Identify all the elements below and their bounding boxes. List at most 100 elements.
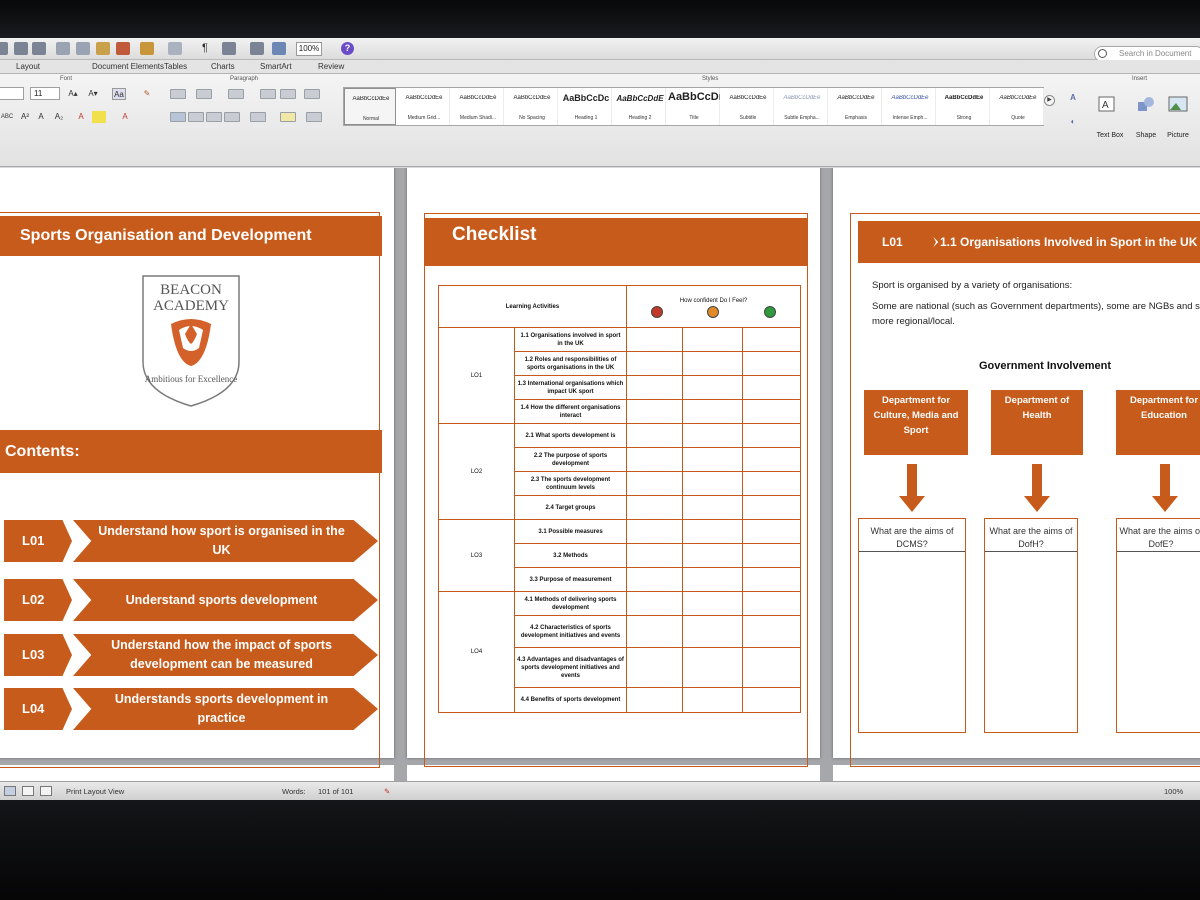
style-medium-shading[interactable]: AaBbCcDdEe Medium Shadi...	[452, 88, 504, 125]
copy-icon[interactable]	[76, 42, 90, 55]
rating-cell[interactable]	[626, 375, 683, 400]
tab-document-elements[interactable]: Document Elements	[92, 62, 164, 71]
align-right-icon[interactable]	[206, 112, 222, 122]
rating-cell[interactable]	[682, 519, 743, 544]
rating-cell[interactable]	[742, 495, 801, 520]
new-document-icon[interactable]	[0, 42, 8, 55]
rating-cell[interactable]	[742, 591, 801, 616]
outline-view-icon[interactable]	[22, 786, 34, 796]
rating-cell[interactable]	[742, 471, 801, 496]
subscript2-icon[interactable]: A₂	[52, 111, 66, 123]
undo-icon[interactable]	[140, 42, 154, 55]
columns-icon[interactable]	[304, 89, 320, 99]
rating-cell[interactable]	[682, 327, 743, 352]
rating-cell[interactable]	[682, 543, 743, 568]
print-layout-view-icon[interactable]	[4, 786, 16, 796]
rating-cell[interactable]	[682, 615, 743, 648]
style-intense-emphasis[interactable]: AaBbCcDdEe Intense Emph...	[884, 88, 936, 125]
rating-cell[interactable]	[682, 375, 743, 400]
tab-tables[interactable]: Tables	[164, 62, 187, 71]
rating-cell[interactable]	[626, 423, 683, 448]
dofh-aims-box[interactable]: What are the aims of DofH?	[984, 518, 1078, 733]
style-no-spacing[interactable]: AaBbCcDdEe No Spacing	[506, 88, 558, 125]
change-case-icon[interactable]: Aa	[112, 88, 126, 100]
font-size-field[interactable]: 11	[30, 87, 60, 100]
paste-icon[interactable]	[96, 42, 110, 55]
help-icon[interactable]: ?	[341, 42, 354, 55]
rating-cell[interactable]	[626, 615, 683, 648]
rating-cell[interactable]	[682, 471, 743, 496]
dofe-aims-box[interactable]: What are the aims of DofE?	[1116, 518, 1200, 733]
status-zoom[interactable]: 100%	[1164, 787, 1183, 796]
rating-cell[interactable]	[742, 647, 801, 688]
document-workspace[interactable]: Sports Organisation and Development BEAC…	[0, 168, 1200, 781]
rating-cell[interactable]	[682, 351, 743, 376]
rating-cell[interactable]	[626, 647, 683, 688]
style-medium-grid[interactable]: AaBbCcDdEe Medium Grid...	[398, 88, 450, 125]
tab-layout[interactable]: Layout	[16, 62, 40, 71]
style-normal[interactable]: AaBbCcDdEe Normal	[344, 88, 396, 125]
rating-cell[interactable]	[742, 687, 801, 713]
grow-font-icon[interactable]: A▴	[66, 88, 80, 100]
rating-cell[interactable]	[742, 519, 801, 544]
highlight-icon[interactable]	[92, 111, 106, 123]
align-left-icon[interactable]	[170, 112, 186, 122]
tab-review[interactable]: Review	[318, 62, 344, 71]
rating-cell[interactable]	[626, 327, 683, 352]
rating-cell[interactable]	[626, 519, 683, 544]
align-center-icon[interactable]	[188, 112, 204, 122]
rating-cell[interactable]	[626, 543, 683, 568]
focus-view-icon[interactable]	[40, 786, 52, 796]
rating-cell[interactable]	[626, 567, 683, 592]
rating-cell[interactable]	[682, 687, 743, 713]
font-color-icon[interactable]: A	[118, 111, 132, 123]
dcms-aims-box[interactable]: What are the aims of DCMS?	[858, 518, 966, 733]
rating-cell[interactable]	[742, 543, 801, 568]
insert-picture-label[interactable]: Picture	[1161, 132, 1195, 139]
format-painter-icon[interactable]	[116, 42, 130, 55]
redo-icon[interactable]	[168, 42, 182, 55]
style-emphasis[interactable]: AaBbCcDdEe Emphasis	[830, 88, 882, 125]
rating-cell[interactable]	[682, 423, 743, 448]
rating-cell[interactable]	[742, 351, 801, 376]
increase-indent-icon[interactable]	[280, 89, 296, 99]
rating-cell[interactable]	[742, 567, 801, 592]
save-icon[interactable]	[14, 42, 28, 55]
styles-pane-icon[interactable]: A	[1066, 92, 1080, 104]
rating-cell[interactable]	[742, 615, 801, 648]
rating-cell[interactable]	[742, 327, 801, 352]
rating-cell[interactable]	[626, 351, 683, 376]
rating-cell[interactable]	[742, 375, 801, 400]
rating-cell[interactable]	[682, 647, 743, 688]
sidebar-icon[interactable]	[222, 42, 236, 55]
rating-cell[interactable]	[682, 447, 743, 472]
numbering-icon[interactable]	[196, 89, 212, 99]
rating-cell[interactable]	[626, 447, 683, 472]
zoom-field[interactable]: 100%	[296, 42, 322, 56]
insert-text-box-label[interactable]: Text Box	[1093, 132, 1127, 139]
rating-cell[interactable]	[626, 591, 683, 616]
style-strong[interactable]: AaBbCcDdEe Strong	[938, 88, 990, 125]
subscript-icon[interactable]: A	[34, 111, 48, 123]
text-box-icon[interactable]: A	[1098, 96, 1118, 112]
rating-cell[interactable]	[682, 399, 743, 424]
rating-cell[interactable]	[682, 567, 743, 592]
print-icon[interactable]	[32, 42, 46, 55]
style-heading-1[interactable]: AaBbCcDc Heading 1	[560, 88, 612, 125]
style-title[interactable]: AaBbCcDı Title	[668, 88, 720, 125]
pilcrow-icon[interactable]: ¶	[198, 42, 212, 55]
style-quote[interactable]: AaBbCcDdEe Quote	[992, 88, 1044, 125]
tab-smartart[interactable]: SmartArt	[260, 62, 292, 71]
bullets-icon[interactable]	[170, 89, 186, 99]
manage-styles-icon[interactable]: ◐	[1066, 116, 1080, 128]
rating-cell[interactable]	[626, 687, 683, 713]
style-subtle-emphasis[interactable]: AaBbCcDdEe Subtle Empha...	[776, 88, 828, 125]
borders-icon[interactable]	[306, 112, 322, 122]
tab-charts[interactable]: Charts	[211, 62, 235, 71]
rating-cell[interactable]	[626, 399, 683, 424]
shading-icon[interactable]	[280, 112, 296, 122]
gallery-icon[interactable]	[250, 42, 264, 55]
text-effects-icon[interactable]: A	[74, 111, 88, 123]
superscript-icon[interactable]: A²	[18, 111, 32, 123]
rating-cell[interactable]	[682, 591, 743, 616]
